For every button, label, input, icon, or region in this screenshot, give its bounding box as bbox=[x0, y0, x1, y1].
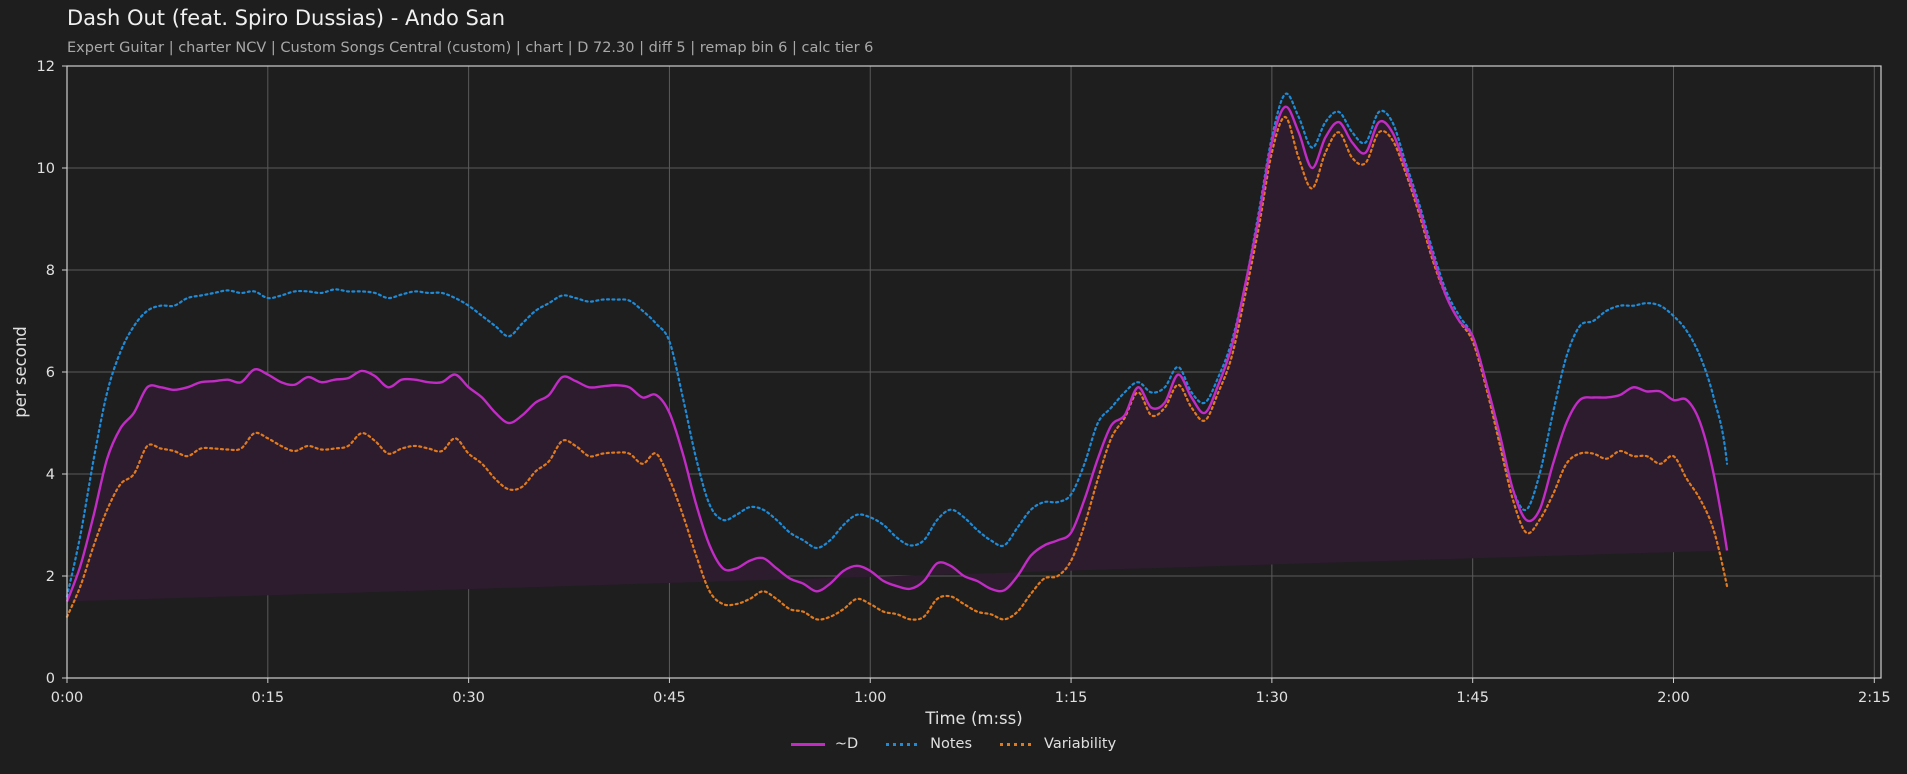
y-axis-label: per second bbox=[11, 326, 30, 418]
x-tick-label: 1:00 bbox=[854, 690, 887, 706]
x-tick-label: 2:15 bbox=[1858, 690, 1891, 706]
legend-item-d: ~D bbox=[790, 736, 859, 752]
legend-label-variability: Variability bbox=[1044, 736, 1117, 752]
x-tick-label: 1:30 bbox=[1256, 690, 1289, 706]
legend-label-notes: Notes bbox=[930, 736, 973, 752]
x-tick-label: 0:00 bbox=[51, 690, 84, 706]
x-tick-label: 1:15 bbox=[1055, 690, 1088, 706]
y-tick-label: 0 bbox=[46, 671, 55, 687]
legend-swatch-d bbox=[790, 742, 825, 746]
x-tick-label: 0:30 bbox=[452, 690, 485, 706]
legend: ~D Notes Variability bbox=[0, 736, 1907, 752]
x-axis-label: Time (m:ss) bbox=[924, 709, 1022, 728]
legend-item-variability: Variability bbox=[1000, 736, 1116, 752]
y-tick-label: 8 bbox=[46, 263, 55, 279]
y-tick-label: 12 bbox=[37, 59, 55, 75]
legend-swatch-notes bbox=[886, 742, 921, 746]
legend-item-notes: Notes bbox=[886, 736, 972, 752]
line-chart: 0:00 0:15 0:30 0:45 1:00 1:15 1:30 1:45 2:00 2:15… bbox=[11, 59, 1891, 728]
y-tick-label: 10 bbox=[37, 161, 55, 177]
legend-swatch-variability bbox=[1000, 742, 1035, 746]
legend-label-d: ~D bbox=[834, 736, 859, 752]
y-tick-label: 2 bbox=[46, 569, 55, 585]
x-tick-label: 0:45 bbox=[653, 690, 686, 706]
y-tick-label: 6 bbox=[46, 365, 55, 381]
y-tick-label: 4 bbox=[46, 467, 55, 483]
x-tick-label: 2:00 bbox=[1657, 690, 1690, 706]
x-tick-label: 1:45 bbox=[1456, 690, 1489, 706]
x-tick-label: 0:15 bbox=[252, 690, 285, 706]
